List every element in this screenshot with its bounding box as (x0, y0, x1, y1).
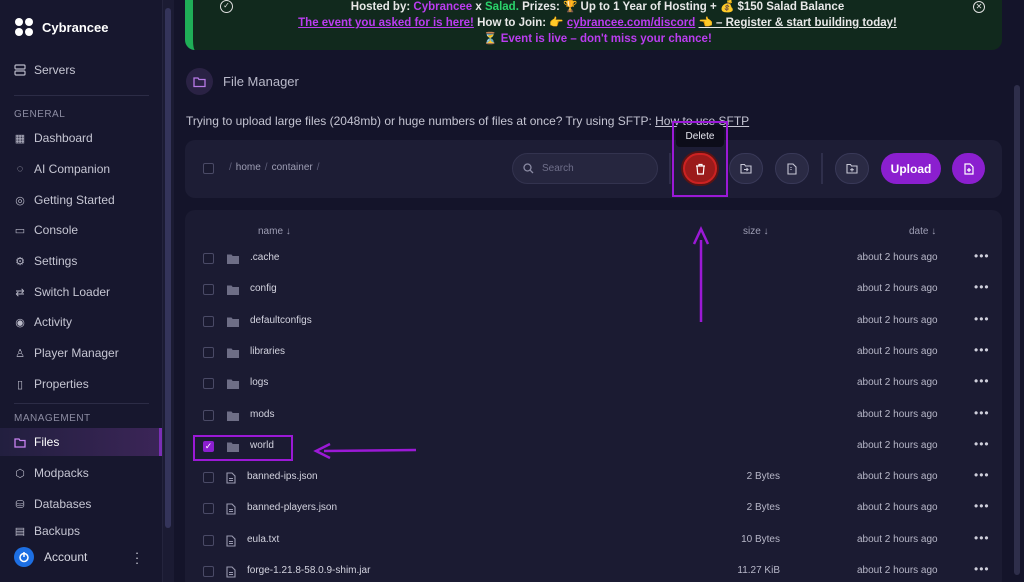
main-scrollbar[interactable] (1014, 85, 1020, 575)
annotation-arrows (313, 226, 710, 460)
arrow-up-annotation (692, 226, 710, 322)
arrow-left-annotation (313, 442, 417, 460)
